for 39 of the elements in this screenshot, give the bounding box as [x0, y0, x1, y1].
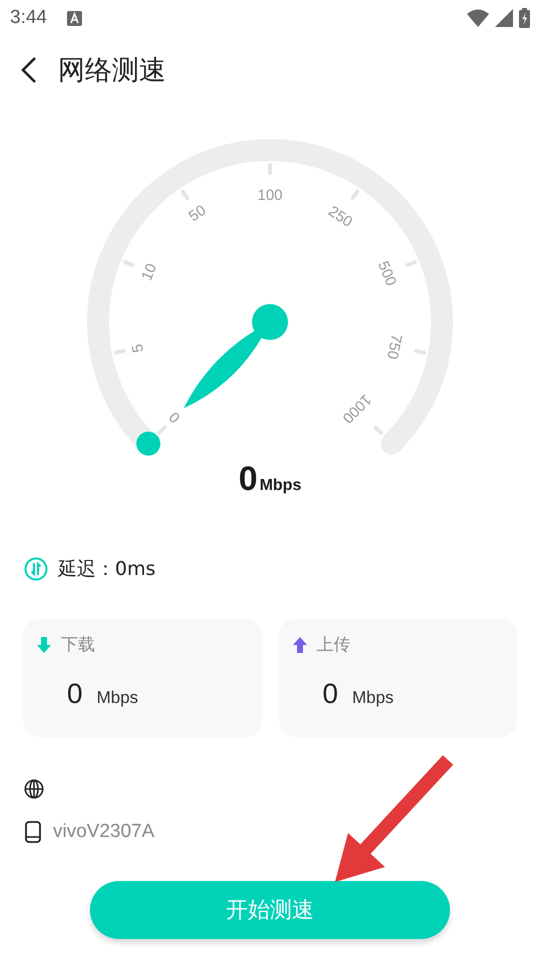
phone-icon: [25, 821, 41, 843]
keyboard-notification-icon: [66, 10, 82, 26]
device-name: vivoV2307A: [53, 821, 154, 843]
card-label: 下载: [61, 634, 95, 656]
start-test-button[interactable]: 开始测速: [90, 881, 450, 939]
status-time: 3:44: [10, 7, 47, 29]
card-unit: Mbps: [352, 688, 394, 708]
page-title: 网络测速: [58, 54, 166, 88]
scale-label: 50: [186, 202, 210, 226]
tick-mark: [406, 260, 418, 267]
card-value: 0: [322, 678, 338, 710]
speed-unit: Mbps: [260, 477, 302, 495]
scale-label: 250: [325, 202, 356, 231]
card-unit: Mbps: [96, 688, 138, 708]
progress-cap: [136, 432, 160, 456]
tick-mark: [414, 349, 426, 355]
tick-mark: [350, 189, 360, 200]
tick-mark: [114, 349, 126, 355]
signal-icon: [495, 9, 513, 27]
speed-value: 0: [238, 460, 258, 499]
tick-mark: [156, 425, 167, 436]
card-value: 0: [67, 678, 83, 710]
scale-label: 5: [128, 342, 148, 354]
battery-icon: [519, 8, 530, 28]
scale-label: 10: [138, 261, 160, 283]
latency-label: 延迟：0ms: [58, 557, 156, 582]
globe-icon: [24, 779, 44, 799]
download-arrow-icon: [37, 636, 51, 652]
scale-label: 0: [166, 408, 184, 426]
tick-mark: [373, 425, 384, 436]
latency-icon: [24, 557, 48, 581]
scale-label: 100: [257, 186, 283, 204]
scale-label: 750: [383, 332, 405, 361]
scale-label: 500: [374, 258, 400, 288]
card-label: 上传: [316, 634, 350, 656]
wifi-icon: [467, 9, 489, 27]
tick-mark: [180, 189, 190, 200]
upload-arrow-icon: [292, 636, 306, 652]
tick-mark: [122, 260, 134, 267]
